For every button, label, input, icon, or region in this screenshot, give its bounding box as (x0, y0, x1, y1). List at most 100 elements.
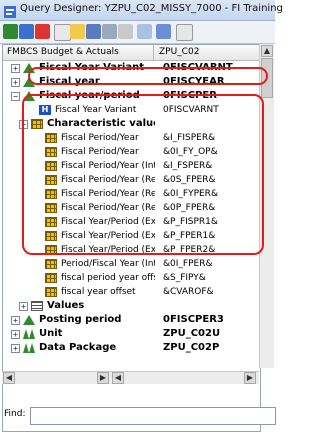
tree-row-technical-name: 0FISCYEAR (163, 76, 225, 87)
variable-icon (45, 175, 57, 185)
layout-icon[interactable] (176, 24, 193, 41)
tree-row-label: Fiscal Year Variant (39, 62, 145, 73)
variable-icon (45, 231, 57, 241)
tree-row-label: Unit (39, 328, 63, 339)
variable-icon (45, 287, 57, 297)
check-icon[interactable] (3, 24, 18, 39)
scroll-left-b-icon[interactable]: ◀ (112, 372, 124, 384)
tree-row-label: Fiscal Period/Year (Inte (61, 161, 155, 171)
tree-row[interactable]: Fiscal Period/Year &I_FISPER& (3, 131, 260, 145)
variable-icon (45, 203, 57, 213)
tree-row-technical-name: &0I_FYPER& (163, 189, 218, 199)
variable-icon (45, 217, 57, 227)
variable-icon (45, 189, 57, 199)
tree-row-technical-name: 0FISCVARNT (163, 62, 233, 73)
tree-row[interactable]: + Unit ZPU_C02U (3, 327, 260, 341)
hierarchy-icon: H (39, 105, 51, 115)
save-icon[interactable] (86, 24, 101, 39)
find-input[interactable] (30, 407, 276, 425)
new-icon[interactable] (54, 24, 71, 41)
tree-row[interactable]: Fiscal Period/Year (Re &0I_FYPER& (3, 187, 260, 201)
tree-row-technical-name: &0S_FPER& (163, 175, 216, 185)
expand-icon[interactable]: + (11, 330, 20, 339)
tree-row[interactable]: H Fiscal Year Variant 0FISCVARNT (3, 103, 260, 117)
view-icon[interactable] (156, 24, 171, 39)
tree-row-technical-name: &CVAROF& (163, 287, 214, 297)
tree-row-technical-name: &0I_FY_OP& (163, 147, 218, 157)
tree-row-label: Fiscal Period/Year (61, 133, 139, 143)
scroll-right-icon[interactable]: ▶ (244, 372, 256, 384)
window-title: Query Designer: YZPU_C02_MISSY_7000 - FI… (20, 3, 283, 14)
tree-row-label: Fiscal Period/Year (Re (61, 189, 155, 199)
tree-row[interactable]: Fiscal Year/Period (Ex &P_FPER2& (3, 243, 260, 257)
dimension-icon (23, 315, 35, 325)
tree-row[interactable]: − Characteristic value (3, 117, 260, 131)
vertical-scrollbar[interactable]: ▲ (259, 44, 274, 368)
tree-row-label: Data Package (39, 342, 117, 353)
variable-icon (45, 133, 57, 143)
expand-icon[interactable]: + (11, 78, 20, 87)
tree-row-label: Fiscal Year Variant (55, 105, 137, 115)
tree-row[interactable]: Fiscal Period/Year (Re &0P_FPER& (3, 201, 260, 215)
tree-row[interactable]: fiscal year offset &CVAROF& (3, 285, 260, 299)
tree-row-label: Fiscal Period/Year (Re (61, 175, 155, 185)
collapse-icon[interactable]: − (11, 92, 20, 101)
tree-row-label: Characteristic value (47, 118, 155, 129)
stop-icon[interactable] (35, 24, 50, 39)
scroll-thumb[interactable] (261, 58, 273, 98)
tree-row-technical-name: &0P_FPER& (163, 203, 216, 213)
tree-row-technical-name: &I_FISPER& (163, 133, 216, 143)
tree-row[interactable]: Fiscal Year/Period (Ex &P_FISPR1& (3, 215, 260, 229)
dimension-icon (23, 77, 35, 87)
tree-row-label: Fiscal year (39, 76, 100, 87)
variable-icon (45, 161, 57, 171)
find-label: Find: (4, 409, 26, 419)
app-icon (4, 3, 16, 18)
tree-row[interactable]: + Data Package ZPU_C02P (3, 341, 260, 355)
properties-icon[interactable] (137, 24, 152, 39)
tree-row-technical-name: 0FISCPER3 (163, 314, 224, 325)
run-icon[interactable] (19, 24, 34, 39)
collapse-icon[interactable]: − (19, 120, 28, 129)
variable-icon (45, 245, 57, 255)
expand-icon[interactable]: + (11, 316, 20, 325)
expand-icon[interactable]: + (11, 344, 20, 353)
tree-row-label: Posting period (39, 314, 122, 325)
tree-row[interactable]: Fiscal Year/Period (Ex &P_FPER1& (3, 229, 260, 243)
save-as-icon[interactable] (102, 24, 117, 39)
tree-row[interactable]: + Values (3, 299, 260, 313)
find-bar: Find: (0, 404, 276, 425)
header-infoprovider: FMBCS Budget & Actuals (7, 47, 119, 57)
horizontal-scrollbar[interactable]: ◀ ▶ ◀ ▶ (2, 371, 259, 384)
tree-row[interactable]: + Fiscal Year Variant 0FISCVARNT (3, 61, 260, 75)
tree-row[interactable]: fiscal period year offset&S_FIPY& (3, 271, 260, 285)
tree-row-technical-name: 0FISCPER (163, 90, 217, 101)
scroll-up-icon[interactable]: ▲ (261, 45, 273, 57)
tree-row-label: fiscal period year offset (61, 273, 155, 283)
tree-row-technical-name: &P_FISPR1& (163, 217, 218, 227)
expand-icon[interactable]: + (11, 64, 20, 73)
tree-row[interactable]: − Fiscal year/period 0FISCPER (3, 89, 260, 103)
expand-icon[interactable]: + (19, 302, 28, 311)
tree-row-technical-name: ZPU_C02U (163, 328, 221, 339)
variable-icon (45, 259, 57, 269)
tree-row-technical-name: &P_FPER1& (163, 231, 216, 241)
open-icon[interactable] (70, 24, 85, 39)
tree-row-technical-name: &S_FIPY& (163, 273, 206, 283)
scroll-left-icon[interactable]: ◀ (3, 372, 15, 384)
tree-row[interactable]: + Fiscal year 0FISCYEAR (3, 75, 260, 89)
scroll-right-a-icon[interactable]: ▶ (97, 372, 109, 384)
tree-row[interactable]: + Posting period 0FISCPER3 (3, 313, 260, 327)
tree-row[interactable]: Fiscal Period/Year (Inte &I_FSPER& (3, 159, 260, 173)
variable-icon (31, 119, 43, 129)
tree-row-technical-name: &I_FSPER& (163, 161, 213, 171)
tree-row-technical-name: ZPU_C02P (163, 342, 220, 353)
delete-icon[interactable] (118, 24, 133, 39)
unit-icon (23, 329, 35, 339)
tree-header: FMBCS Budget & Actuals ZPU_C02 (3, 45, 260, 61)
tree-row[interactable]: Fiscal Period/Year &0I_FY_OP& (3, 145, 260, 159)
tree-row-label: Period/Fiscal Year (Inte (61, 259, 155, 269)
tree-row[interactable]: Fiscal Period/Year (Re &0S_FPER& (3, 173, 260, 187)
tree-row-label: fiscal year offset (61, 287, 136, 297)
tree-row[interactable]: Period/Fiscal Year (Inte &0I_FPER& (3, 257, 260, 271)
